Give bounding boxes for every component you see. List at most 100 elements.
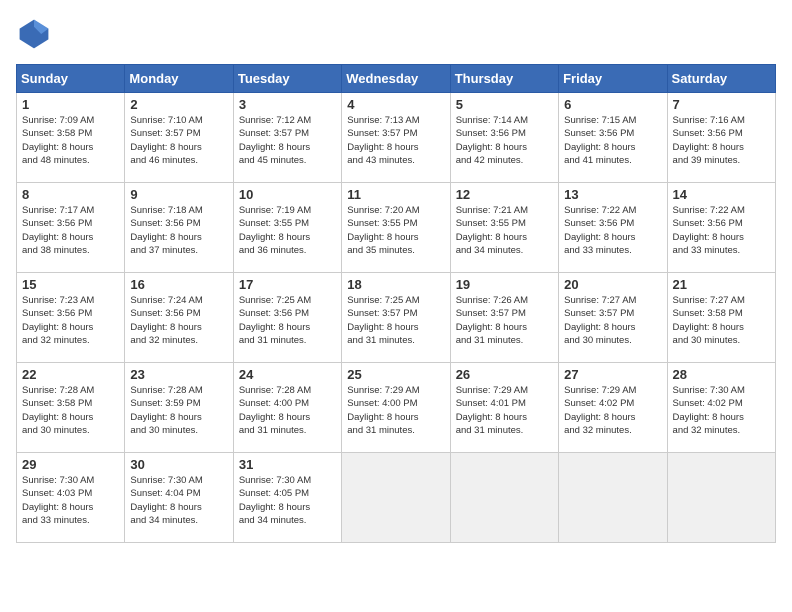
calendar-cell: [667, 453, 775, 543]
calendar-cell: 16Sunrise: 7:24 AMSunset: 3:56 PMDayligh…: [125, 273, 233, 363]
cell-info: Sunrise: 7:15 AMSunset: 3:56 PMDaylight:…: [564, 114, 661, 167]
calendar-cell: 14 Sunrise: 7:22 AMSunset: 3:56 PMDayligh…: [667, 183, 775, 273]
calendar-cell: 12 Sunrise: 7:21 AMSunset: 3:55 PMDayligh…: [450, 183, 558, 273]
weekday-header-wednesday: Wednesday: [342, 65, 450, 93]
cell-info: Sunrise: 7:25 AMSunset: 3:57 PMDaylight:…: [347, 294, 444, 347]
day-number: 21: [673, 277, 770, 292]
cell-info: Sunrise: 7:28 AMSunset: 4:00 PMDaylight:…: [239, 384, 336, 437]
cell-info: Sunrise: 7:18 AMSunset: 3:56 PMDaylight:…: [130, 204, 227, 257]
day-number: 30: [130, 457, 227, 472]
calendar-cell: 22 Sunrise: 7:28 AMSunset: 3:58 PMDayligh…: [17, 363, 125, 453]
calendar-cell: 18 Sunrise: 7:25 AMSunset: 3:57 PMDayligh…: [342, 273, 450, 363]
cell-info: Sunrise: 7:28 AMSunset: 3:59 PMDaylight:…: [130, 384, 227, 437]
day-number: 5: [456, 97, 553, 112]
day-number: 16: [130, 277, 227, 292]
calendar-week-3: 15 Sunrise: 7:23 AMSunset: 3:56 PMDayligh…: [17, 273, 776, 363]
calendar-cell: 25Sunrise: 7:29 AMSunset: 4:00 PMDayligh…: [342, 363, 450, 453]
day-number: 27: [564, 367, 661, 382]
weekday-header-monday: Monday: [125, 65, 233, 93]
calendar-cell: 15 Sunrise: 7:23 AMSunset: 3:56 PMDayligh…: [17, 273, 125, 363]
calendar-week-5: 29 Sunrise: 7:30 AMSunset: 4:03 PMDayligh…: [17, 453, 776, 543]
calendar-cell: [450, 453, 558, 543]
day-number: 19: [456, 277, 553, 292]
day-number: 17: [239, 277, 336, 292]
weekday-header-thursday: Thursday: [450, 65, 558, 93]
day-number: 13: [564, 187, 661, 202]
day-number: 1: [22, 97, 119, 112]
day-number: 25: [347, 367, 444, 382]
cell-info: Sunrise: 7:13 AMSunset: 3:57 PMDaylight:…: [347, 114, 444, 167]
cell-info: Sunrise: 7:10 AMSunset: 3:57 PMDaylight:…: [130, 114, 227, 167]
calendar-cell: 21Sunrise: 7:27 AMSunset: 3:58 PMDayligh…: [667, 273, 775, 363]
day-number: 12: [456, 187, 553, 202]
cell-info: Sunrise: 7:20 AMSunset: 3:55 PMDaylight:…: [347, 204, 444, 257]
cell-info: Sunrise: 7:09 AMSunset: 3:58 PMDaylight:…: [22, 114, 119, 167]
calendar-cell: 11 Sunrise: 7:20 AMSunset: 3:55 PMDayligh…: [342, 183, 450, 273]
weekday-header-friday: Friday: [559, 65, 667, 93]
cell-info: Sunrise: 7:16 AMSunset: 3:56 PMDaylight:…: [673, 114, 770, 167]
cell-info: Sunrise: 7:19 AMSunset: 3:55 PMDaylight:…: [239, 204, 336, 257]
calendar-cell: 3 Sunrise: 7:12 AMSunset: 3:57 PMDaylight…: [233, 93, 341, 183]
day-number: 8: [22, 187, 119, 202]
calendar-cell: 6 Sunrise: 7:15 AMSunset: 3:56 PMDaylight…: [559, 93, 667, 183]
weekday-header-tuesday: Tuesday: [233, 65, 341, 93]
day-number: 15: [22, 277, 119, 292]
day-number: 18: [347, 277, 444, 292]
cell-info: Sunrise: 7:25 AMSunset: 3:56 PMDaylight:…: [239, 294, 336, 347]
calendar-cell: 30 Sunrise: 7:30 AMSunset: 4:04 PMDayligh…: [125, 453, 233, 543]
cell-info: Sunrise: 7:30 AMSunset: 4:04 PMDaylight:…: [130, 474, 227, 527]
cell-info: Sunrise: 7:22 AMSunset: 3:56 PMDaylight:…: [564, 204, 661, 257]
calendar-cell: 9 Sunrise: 7:18 AMSunset: 3:56 PMDaylight…: [125, 183, 233, 273]
day-number: 7: [673, 97, 770, 112]
cell-info: Sunrise: 7:17 AMSunset: 3:56 PMDaylight:…: [22, 204, 119, 257]
day-number: 20: [564, 277, 661, 292]
calendar-cell: 19Sunrise: 7:26 AMSunset: 3:57 PMDayligh…: [450, 273, 558, 363]
cell-info: Sunrise: 7:12 AMSunset: 3:57 PMDaylight:…: [239, 114, 336, 167]
calendar-table: SundayMondayTuesdayWednesdayThursdayFrid…: [16, 64, 776, 543]
calendar-cell: 1 Sunrise: 7:09 AMSunset: 3:58 PMDaylight…: [17, 93, 125, 183]
calendar-week-1: 1 Sunrise: 7:09 AMSunset: 3:58 PMDaylight…: [17, 93, 776, 183]
day-number: 26: [456, 367, 553, 382]
cell-info: Sunrise: 7:27 AMSunset: 3:57 PMDaylight:…: [564, 294, 661, 347]
calendar-cell: [342, 453, 450, 543]
calendar-cell: 7 Sunrise: 7:16 AMSunset: 3:56 PMDaylight…: [667, 93, 775, 183]
day-number: 24: [239, 367, 336, 382]
calendar-cell: 4 Sunrise: 7:13 AMSunset: 3:57 PMDaylight…: [342, 93, 450, 183]
calendar-cell: 10Sunrise: 7:19 AMSunset: 3:55 PMDayligh…: [233, 183, 341, 273]
cell-info: Sunrise: 7:28 AMSunset: 3:58 PMDaylight:…: [22, 384, 119, 437]
logo: [16, 16, 56, 52]
day-number: 22: [22, 367, 119, 382]
day-number: 2: [130, 97, 227, 112]
cell-info: Sunrise: 7:30 AMSunset: 4:03 PMDaylight:…: [22, 474, 119, 527]
day-number: 14: [673, 187, 770, 202]
calendar-cell: 27Sunrise: 7:29 AMSunset: 4:02 PMDayligh…: [559, 363, 667, 453]
calendar-cell: 5Sunrise: 7:14 AMSunset: 3:56 PMDaylight…: [450, 93, 558, 183]
calendar-cell: 20 Sunrise: 7:27 AMSunset: 3:57 PMDayligh…: [559, 273, 667, 363]
logo-icon: [16, 16, 52, 52]
calendar-cell: 17 Sunrise: 7:25 AMSunset: 3:56 PMDayligh…: [233, 273, 341, 363]
weekday-header-saturday: Saturday: [667, 65, 775, 93]
day-number: 29: [22, 457, 119, 472]
day-number: 3: [239, 97, 336, 112]
cell-info: Sunrise: 7:30 AMSunset: 4:02 PMDaylight:…: [673, 384, 770, 437]
day-number: 6: [564, 97, 661, 112]
cell-info: Sunrise: 7:23 AMSunset: 3:56 PMDaylight:…: [22, 294, 119, 347]
calendar-cell: 2 Sunrise: 7:10 AMSunset: 3:57 PMDaylight…: [125, 93, 233, 183]
cell-info: Sunrise: 7:30 AMSunset: 4:05 PMDaylight:…: [239, 474, 336, 527]
cell-info: Sunrise: 7:22 AMSunset: 3:56 PMDaylight:…: [673, 204, 770, 257]
calendar-cell: 24 Sunrise: 7:28 AMSunset: 4:00 PMDayligh…: [233, 363, 341, 453]
day-number: 11: [347, 187, 444, 202]
calendar-cell: 31 Sunrise: 7:30 AMSunset: 4:05 PMDayligh…: [233, 453, 341, 543]
weekday-header-sunday: Sunday: [17, 65, 125, 93]
cell-info: Sunrise: 7:21 AMSunset: 3:55 PMDaylight:…: [456, 204, 553, 257]
day-number: 9: [130, 187, 227, 202]
calendar-cell: 29 Sunrise: 7:30 AMSunset: 4:03 PMDayligh…: [17, 453, 125, 543]
day-number: 4: [347, 97, 444, 112]
calendar-cell: 13 Sunrise: 7:22 AMSunset: 3:56 PMDayligh…: [559, 183, 667, 273]
cell-info: Sunrise: 7:29 AMSunset: 4:01 PMDaylight:…: [456, 384, 553, 437]
calendar-week-2: 8 Sunrise: 7:17 AMSunset: 3:56 PMDaylight…: [17, 183, 776, 273]
day-number: 28: [673, 367, 770, 382]
page-header: [16, 16, 776, 52]
day-number: 31: [239, 457, 336, 472]
calendar-cell: 26 Sunrise: 7:29 AMSunset: 4:01 PMDayligh…: [450, 363, 558, 453]
